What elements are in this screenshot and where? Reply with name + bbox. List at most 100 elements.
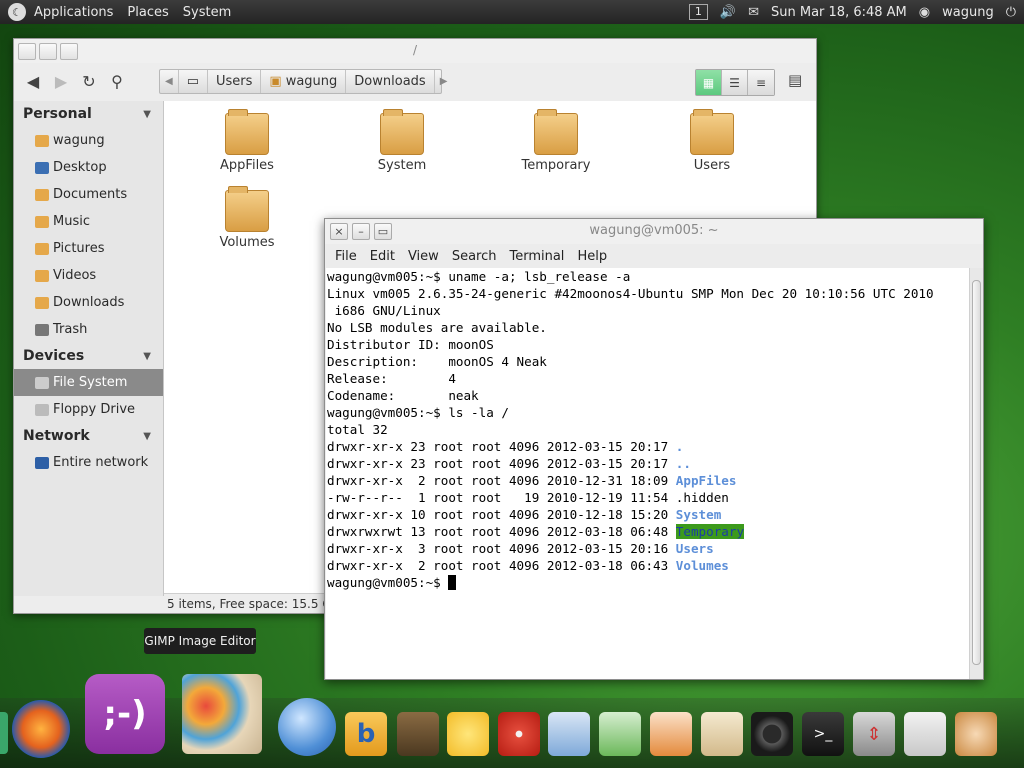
firefox-icon[interactable]: [12, 700, 70, 758]
ls-row: drwxr-xr-x 23 root root 4096 2012-03-15 …: [327, 438, 968, 455]
nautilus-shell-icon[interactable]: [955, 712, 997, 756]
path-crumb-downloads[interactable]: Downloads: [346, 70, 435, 93]
mail-icon[interactable]: ✉: [748, 5, 759, 20]
menu-system[interactable]: System: [183, 5, 231, 20]
volume-icon[interactable]: 🔊: [720, 5, 736, 20]
folder-temporary[interactable]: Temporary: [506, 109, 606, 173]
terminal-screen[interactable]: wagung@vm005:~$ uname -a; lsb_release -a…: [326, 268, 969, 679]
text-editor-icon[interactable]: [904, 712, 946, 756]
camera-icon[interactable]: [751, 712, 793, 756]
sidebar-item-documents[interactable]: Documents: [14, 181, 163, 208]
path-crumb-users[interactable]: Users: [208, 70, 262, 93]
disc-burner-icon[interactable]: [498, 712, 540, 756]
folder-appfiles[interactable]: AppFiles: [197, 109, 297, 173]
sidebar-section-network[interactable]: Network ▼: [14, 423, 163, 449]
terminal-scrollbar[interactable]: [969, 268, 983, 679]
fm-titlebar[interactable]: /: [14, 39, 816, 63]
sidebar-item-desktop[interactable]: Desktop: [14, 154, 163, 181]
search-icon[interactable]: ⚲: [103, 72, 131, 91]
menu-view[interactable]: View: [408, 249, 439, 264]
ls-meta: drwxr-xr-x 3 root root 4096 2012-03-15 2…: [327, 541, 676, 556]
impress-icon[interactable]: [650, 712, 692, 756]
system-settings-icon[interactable]: ⇕: [853, 712, 895, 756]
list-view-icon[interactable]: ☰: [722, 70, 748, 95]
cheese-icon[interactable]: [447, 712, 489, 756]
sidebar-item-label: Desktop: [53, 160, 107, 175]
ls-meta: -rw-r--r-- 1 root root 19 2010-12-19 11:…: [327, 490, 676, 505]
sidebar-item-label: File System: [53, 375, 128, 390]
sidebar-item-entire-network[interactable]: Entire network: [14, 449, 163, 476]
reload-icon[interactable]: ↻: [75, 72, 103, 91]
menu-help[interactable]: Help: [577, 249, 607, 264]
path-crumb-wagung[interactable]: ▣ wagung: [261, 70, 347, 93]
ls-name: Users: [675, 541, 714, 556]
sidebar-item-downloads[interactable]: Downloads: [14, 289, 163, 316]
top-panel: ☾ Applications Places System 1 🔊 ✉ Sun M…: [0, 0, 1024, 24]
sidebar-item-videos[interactable]: Videos: [14, 262, 163, 289]
collapse-triangle-icon[interactable]: ▼: [143, 109, 151, 120]
terminal-line: wagung@vm005:~$ ls -la /: [327, 405, 509, 420]
app-menu-icon[interactable]: ▤: [788, 71, 802, 89]
sidebar-item-label: Floppy Drive: [53, 402, 136, 417]
menu-applications[interactable]: Applications: [34, 5, 113, 20]
scrollbar-thumb[interactable]: [972, 280, 981, 665]
terminal-menubar: File Edit View Search Terminal Help: [325, 244, 983, 268]
empathy-chat-icon[interactable]: ;-): [85, 674, 165, 754]
menu-places[interactable]: Places: [127, 5, 168, 20]
menu-file[interactable]: File: [335, 249, 357, 264]
sidebar-item-pictures[interactable]: Pictures: [14, 235, 163, 262]
menu-terminal[interactable]: Terminal: [509, 249, 564, 264]
icon-view-icon[interactable]: ▦: [696, 70, 722, 95]
sidebar-item-music[interactable]: Music: [14, 208, 163, 235]
terminal-line: i686 GNU/Linux: [327, 303, 441, 318]
back-icon[interactable]: ◀: [19, 72, 47, 91]
folder-label: System: [377, 158, 427, 173]
terminal-line: Release: 4: [327, 371, 456, 386]
folder-volumes[interactable]: Volumes: [197, 186, 297, 250]
writer-icon[interactable]: [548, 712, 590, 756]
mail-client-icon[interactable]: [701, 712, 743, 756]
user-status-icon: ◉: [918, 4, 931, 20]
workspace-switcher[interactable]: 1: [688, 4, 708, 20]
terminal-line: total 32: [327, 422, 388, 437]
path-left-arrow-icon[interactable]: ◀: [160, 70, 179, 93]
menu-edit[interactable]: Edit: [370, 249, 395, 264]
sidebar-item-floppy[interactable]: Floppy Drive: [14, 396, 163, 423]
sidebar-item-wagung[interactable]: wagung: [14, 127, 163, 154]
sidebar-item-file-system[interactable]: File System: [14, 369, 163, 396]
terminal-line: Distributor ID: moonOS: [327, 337, 494, 352]
menu-search[interactable]: Search: [452, 249, 497, 264]
ls-meta: drwxr-xr-x 23 root root 4096 2012-03-15 …: [327, 439, 676, 454]
banshee-icon[interactable]: b: [345, 712, 387, 756]
sidebar-item-trash[interactable]: Trash: [14, 316, 163, 343]
sidebar-section-personal[interactable]: Personal ▼: [14, 101, 163, 127]
sidebar-section-label: Network: [23, 428, 90, 444]
calc-icon[interactable]: [599, 712, 641, 756]
forward-icon[interactable]: ▶: [47, 72, 75, 91]
ls-name: AppFiles: [675, 473, 737, 488]
path-right-arrow-icon[interactable]: ▶: [435, 70, 453, 93]
pidgin-icon[interactable]: [278, 698, 336, 756]
gimp-icon[interactable]: [182, 674, 262, 754]
path-root-drive-icon[interactable]: ▭: [179, 70, 208, 93]
folder-users[interactable]: Users: [662, 109, 762, 173]
terminal-titlebar[interactable]: × – ▭ wagung@vm005: ~: [325, 219, 983, 244]
collapse-triangle-icon[interactable]: ▼: [143, 431, 151, 442]
folder-label: AppFiles: [220, 158, 274, 173]
sidebar-section-devices[interactable]: Devices ▼: [14, 343, 163, 369]
distro-logo-icon[interactable]: ☾: [8, 3, 26, 21]
terminal-icon[interactable]: >_: [802, 712, 844, 756]
music-folder-icon: [35, 215, 49, 228]
user-name[interactable]: wagung: [942, 5, 994, 20]
ls-name: ..: [675, 456, 691, 471]
folder-system[interactable]: System: [352, 109, 452, 173]
collapse-triangle-icon[interactable]: ▼: [143, 351, 151, 362]
floppy-icon: [35, 403, 49, 416]
ls-row: drwxr-xr-x 10 root root 4096 2010-12-18 …: [327, 506, 968, 523]
dock-edge-icon[interactable]: [0, 712, 8, 754]
power-icon[interactable]: ⏻: [1006, 5, 1016, 20]
video-player-icon[interactable]: [397, 712, 439, 756]
clock[interactable]: Sun Mar 18, 6:48 AM: [771, 5, 907, 20]
compact-view-icon[interactable]: ≡: [748, 70, 774, 95]
ls-name: .: [675, 439, 684, 454]
